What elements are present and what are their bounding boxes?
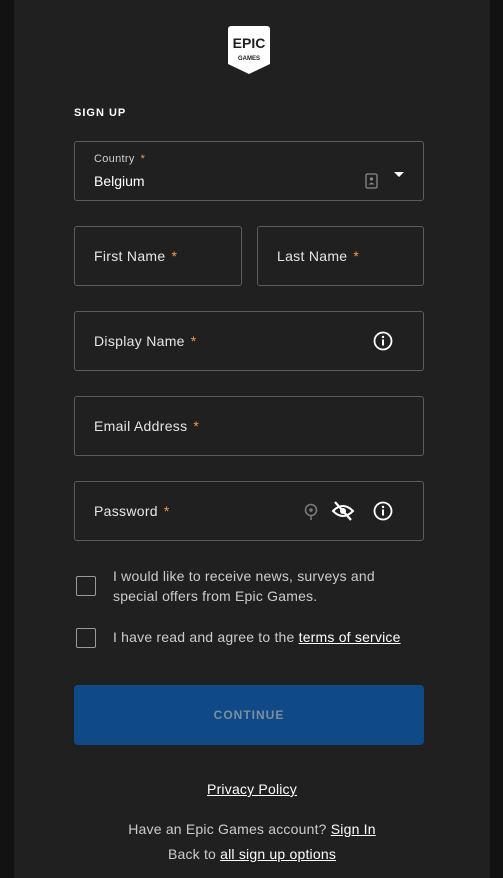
display-name-field[interactable]: Display Name *: [74, 311, 424, 371]
display-name-label: Display Name *: [94, 333, 197, 349]
country-select[interactable]: Country * Belgium: [74, 141, 424, 201]
email-field[interactable]: Email Address *: [74, 396, 424, 456]
eye-slash-icon[interactable]: [331, 500, 355, 522]
password-key-icon[interactable]: [304, 503, 318, 521]
last-name-field[interactable]: Last Name *: [257, 226, 424, 286]
all-sign-up-options-link[interactable]: all sign up options: [220, 846, 336, 862]
required-mark: *: [140, 153, 146, 165]
page-title: SIGN UP: [74, 107, 127, 119]
contact-card-icon: [365, 173, 378, 189]
country-value: Belgium: [94, 173, 145, 189]
email-label: Email Address *: [94, 418, 200, 434]
logo-line2: GAMES: [238, 56, 260, 62]
last-name-label: Last Name *: [277, 248, 360, 264]
news-opt-in-checkbox[interactable]: [76, 576, 96, 596]
first-name-label: First Name *: [94, 248, 178, 264]
country-label: Country *: [94, 153, 146, 165]
logo-line1: EPIC: [233, 35, 266, 51]
password-field[interactable]: Password *: [74, 481, 424, 541]
required-mark: *: [163, 503, 170, 519]
info-icon[interactable]: [373, 331, 393, 351]
required-mark: *: [171, 248, 178, 264]
terms-text: I have read and agree to the: [113, 629, 299, 645]
privacy-policy-link[interactable]: Privacy Policy: [207, 781, 297, 797]
have-account-row: Have an Epic Games account? Sign In: [14, 821, 490, 837]
required-mark: *: [353, 248, 360, 264]
terms-of-service-link[interactable]: terms of service: [299, 629, 401, 645]
info-icon[interactable]: [373, 501, 393, 521]
sign-in-link[interactable]: Sign In: [331, 821, 376, 837]
back-to-row: Back to all sign up options: [14, 846, 490, 862]
continue-button[interactable]: CONTINUE: [74, 685, 424, 745]
news-opt-in-label-line2: special offers from Epic Games.: [113, 588, 318, 604]
dropdown-caret-icon[interactable]: [393, 171, 405, 179]
required-mark: *: [190, 333, 197, 349]
terms-row: I have read and agree to the terms of se…: [74, 627, 424, 649]
have-account-text: Have an Epic Games account?: [128, 821, 331, 837]
password-label: Password *: [94, 503, 170, 519]
epic-games-logo: EPIC GAMES: [228, 26, 270, 74]
privacy-policy-row: Privacy Policy: [14, 781, 490, 797]
terms-label: I have read and agree to the terms of se…: [113, 627, 401, 647]
first-name-field[interactable]: First Name *: [74, 226, 242, 286]
news-opt-in-label-line1: I would like to receive news, surveys an…: [113, 568, 375, 584]
required-mark: *: [193, 418, 200, 434]
news-opt-in-row: I would like to receive news, surveys an…: [74, 566, 424, 608]
signup-panel: EPIC GAMES SIGN UP Country * Belgium Firs…: [14, 0, 490, 878]
terms-checkbox[interactable]: [76, 628, 96, 648]
back-to-text: Back to: [167, 846, 221, 862]
